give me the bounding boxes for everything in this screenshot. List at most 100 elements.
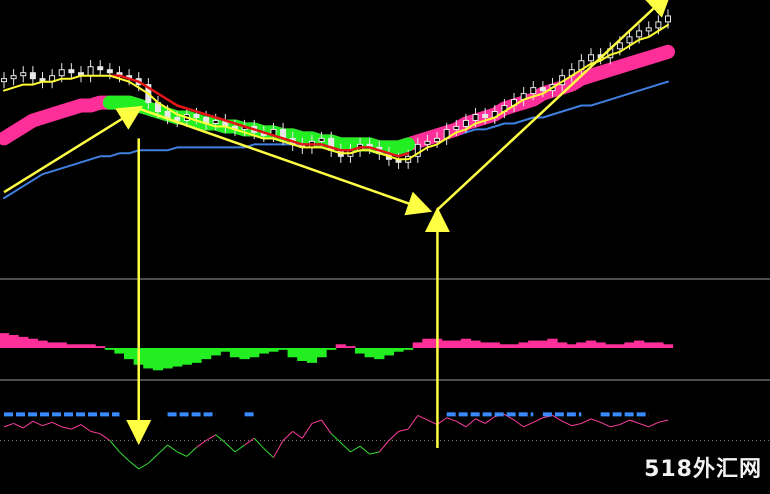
- oscillator-line-segment: [456, 420, 467, 428]
- oscillator-line-segment: [32, 420, 43, 427]
- oscillator-line-segment: [71, 424, 82, 430]
- histogram-bar-negative: [354, 348, 366, 354]
- oscillator-line-segment: [61, 426, 72, 430]
- histogram-bar-positive: [47, 342, 58, 348]
- oscillator-line-segment: [13, 422, 24, 429]
- histogram-bar-positive: [480, 342, 491, 348]
- histogram-bar-negative: [123, 348, 135, 360]
- candle-body: [318, 137, 325, 142]
- histogram-bar-negative: [306, 348, 318, 363]
- oscillator-line-segment: [292, 430, 303, 439]
- histogram-bar-positive: [595, 342, 606, 348]
- candle-body: [29, 72, 36, 80]
- oscillator-line-segment: [398, 428, 409, 432]
- histogram-bar-negative: [268, 348, 279, 352]
- candle-body: [193, 114, 200, 118]
- annotation-arrows: [3, 0, 672, 448]
- histogram-bar-negative: [200, 348, 212, 360]
- candle-body: [530, 87, 537, 95]
- oscillator-line-segment: [273, 440, 284, 458]
- histogram-bar-positive: [624, 342, 635, 348]
- histogram-bar-positive: [470, 340, 481, 348]
- oscillator-line-segment: [513, 419, 524, 428]
- oscillator-line-segment: [244, 437, 255, 446]
- oscillator-line-segment: [629, 419, 640, 424]
- histogram-bar-positive: [566, 344, 577, 348]
- histogram-bar-positive: [508, 344, 520, 348]
- candle-body: [164, 111, 171, 118]
- oscillator-line-segment: [350, 445, 361, 453]
- histogram-bar-negative: [383, 348, 395, 356]
- histogram-bar-positive: [605, 344, 616, 348]
- oscillator-line-segment: [51, 421, 62, 428]
- oscillator-line-segment: [301, 423, 313, 439]
- oscillator-line-segment: [186, 446, 197, 457]
- candle-body: [68, 69, 75, 74]
- histogram-bar-negative: [114, 348, 125, 354]
- histogram-panel: [0, 333, 674, 371]
- histogram-bar-positive: [75, 344, 87, 348]
- histogram-bar-positive: [95, 346, 106, 348]
- oscillator-line-segment: [446, 417, 457, 422]
- histogram-bar-negative: [143, 348, 154, 369]
- candle-body: [174, 116, 181, 121]
- oscillator-line-segment: [224, 442, 236, 453]
- candle-body: [424, 140, 431, 145]
- oscillator-line-segment: [157, 444, 168, 455]
- oscillator-line-segment: [484, 416, 496, 424]
- histogram-bar-positive: [335, 344, 346, 348]
- oscillator-line-segment: [205, 434, 216, 441]
- histogram-bar-negative: [172, 348, 183, 367]
- candle-body: [97, 66, 104, 71]
- histogram-bar-negative: [316, 348, 327, 358]
- oscillator-line-segment: [369, 451, 380, 455]
- candle-body: [87, 66, 94, 77]
- candle-body: [645, 27, 652, 32]
- histogram-bar-positive: [499, 344, 510, 348]
- histogram-bar-positive: [85, 344, 96, 348]
- histogram-bar-positive: [634, 340, 645, 348]
- oscillator-line-segment: [427, 419, 438, 426]
- histogram-bar-positive: [56, 342, 67, 348]
- histogram-bar-negative: [364, 348, 375, 358]
- oscillator-line-segment: [638, 422, 649, 428]
- histogram-bar-negative: [403, 348, 414, 350]
- watermark-logo: 518外汇网: [644, 457, 762, 482]
- oscillator-line-segment: [658, 419, 669, 423]
- histogram-bar-negative: [239, 348, 250, 360]
- histogram-bar-positive: [557, 342, 568, 348]
- candle-body: [212, 119, 219, 124]
- candle-body: [10, 75, 17, 80]
- oscillator-line-segment: [475, 418, 486, 424]
- histogram-bar-positive: [66, 344, 77, 348]
- histogram-bar-positive: [422, 338, 433, 348]
- oscillator-line-segment: [109, 440, 120, 453]
- oscillator-line-segment: [581, 418, 592, 424]
- candle-body: [106, 69, 113, 74]
- histogram-bar-negative: [191, 348, 202, 363]
- candle-body: [453, 125, 460, 130]
- histogram-bar-positive: [653, 342, 664, 348]
- histogram-bar-positive: [547, 338, 558, 348]
- oscillator-line-segment: [533, 417, 544, 423]
- oscillator-line-segment: [138, 462, 149, 470]
- oscillator-line-segment: [263, 448, 274, 458]
- histogram-bar-positive: [614, 344, 625, 348]
- trend-arrow: [436, 0, 672, 211]
- histogram-bar-positive: [412, 342, 423, 348]
- oscillator-line-segment: [119, 451, 130, 462]
- candle-body: [1, 78, 7, 83]
- candle-body: [636, 30, 643, 38]
- histogram-bar-negative: [181, 348, 192, 365]
- histogram-bar-negative: [258, 348, 269, 354]
- histogram-bar-positive: [528, 340, 539, 348]
- histogram-bar-negative: [326, 348, 337, 350]
- candle-body: [20, 72, 27, 77]
- oscillator-line-segment: [388, 431, 399, 441]
- oscillator-line-segment: [571, 422, 582, 427]
- oscillator-line-segment: [22, 420, 34, 429]
- histogram-bar-positive: [489, 342, 500, 348]
- oscillator-line-segment: [177, 451, 188, 457]
- oscillator-line-segment: [321, 419, 332, 434]
- histogram-bar-negative: [210, 348, 221, 356]
